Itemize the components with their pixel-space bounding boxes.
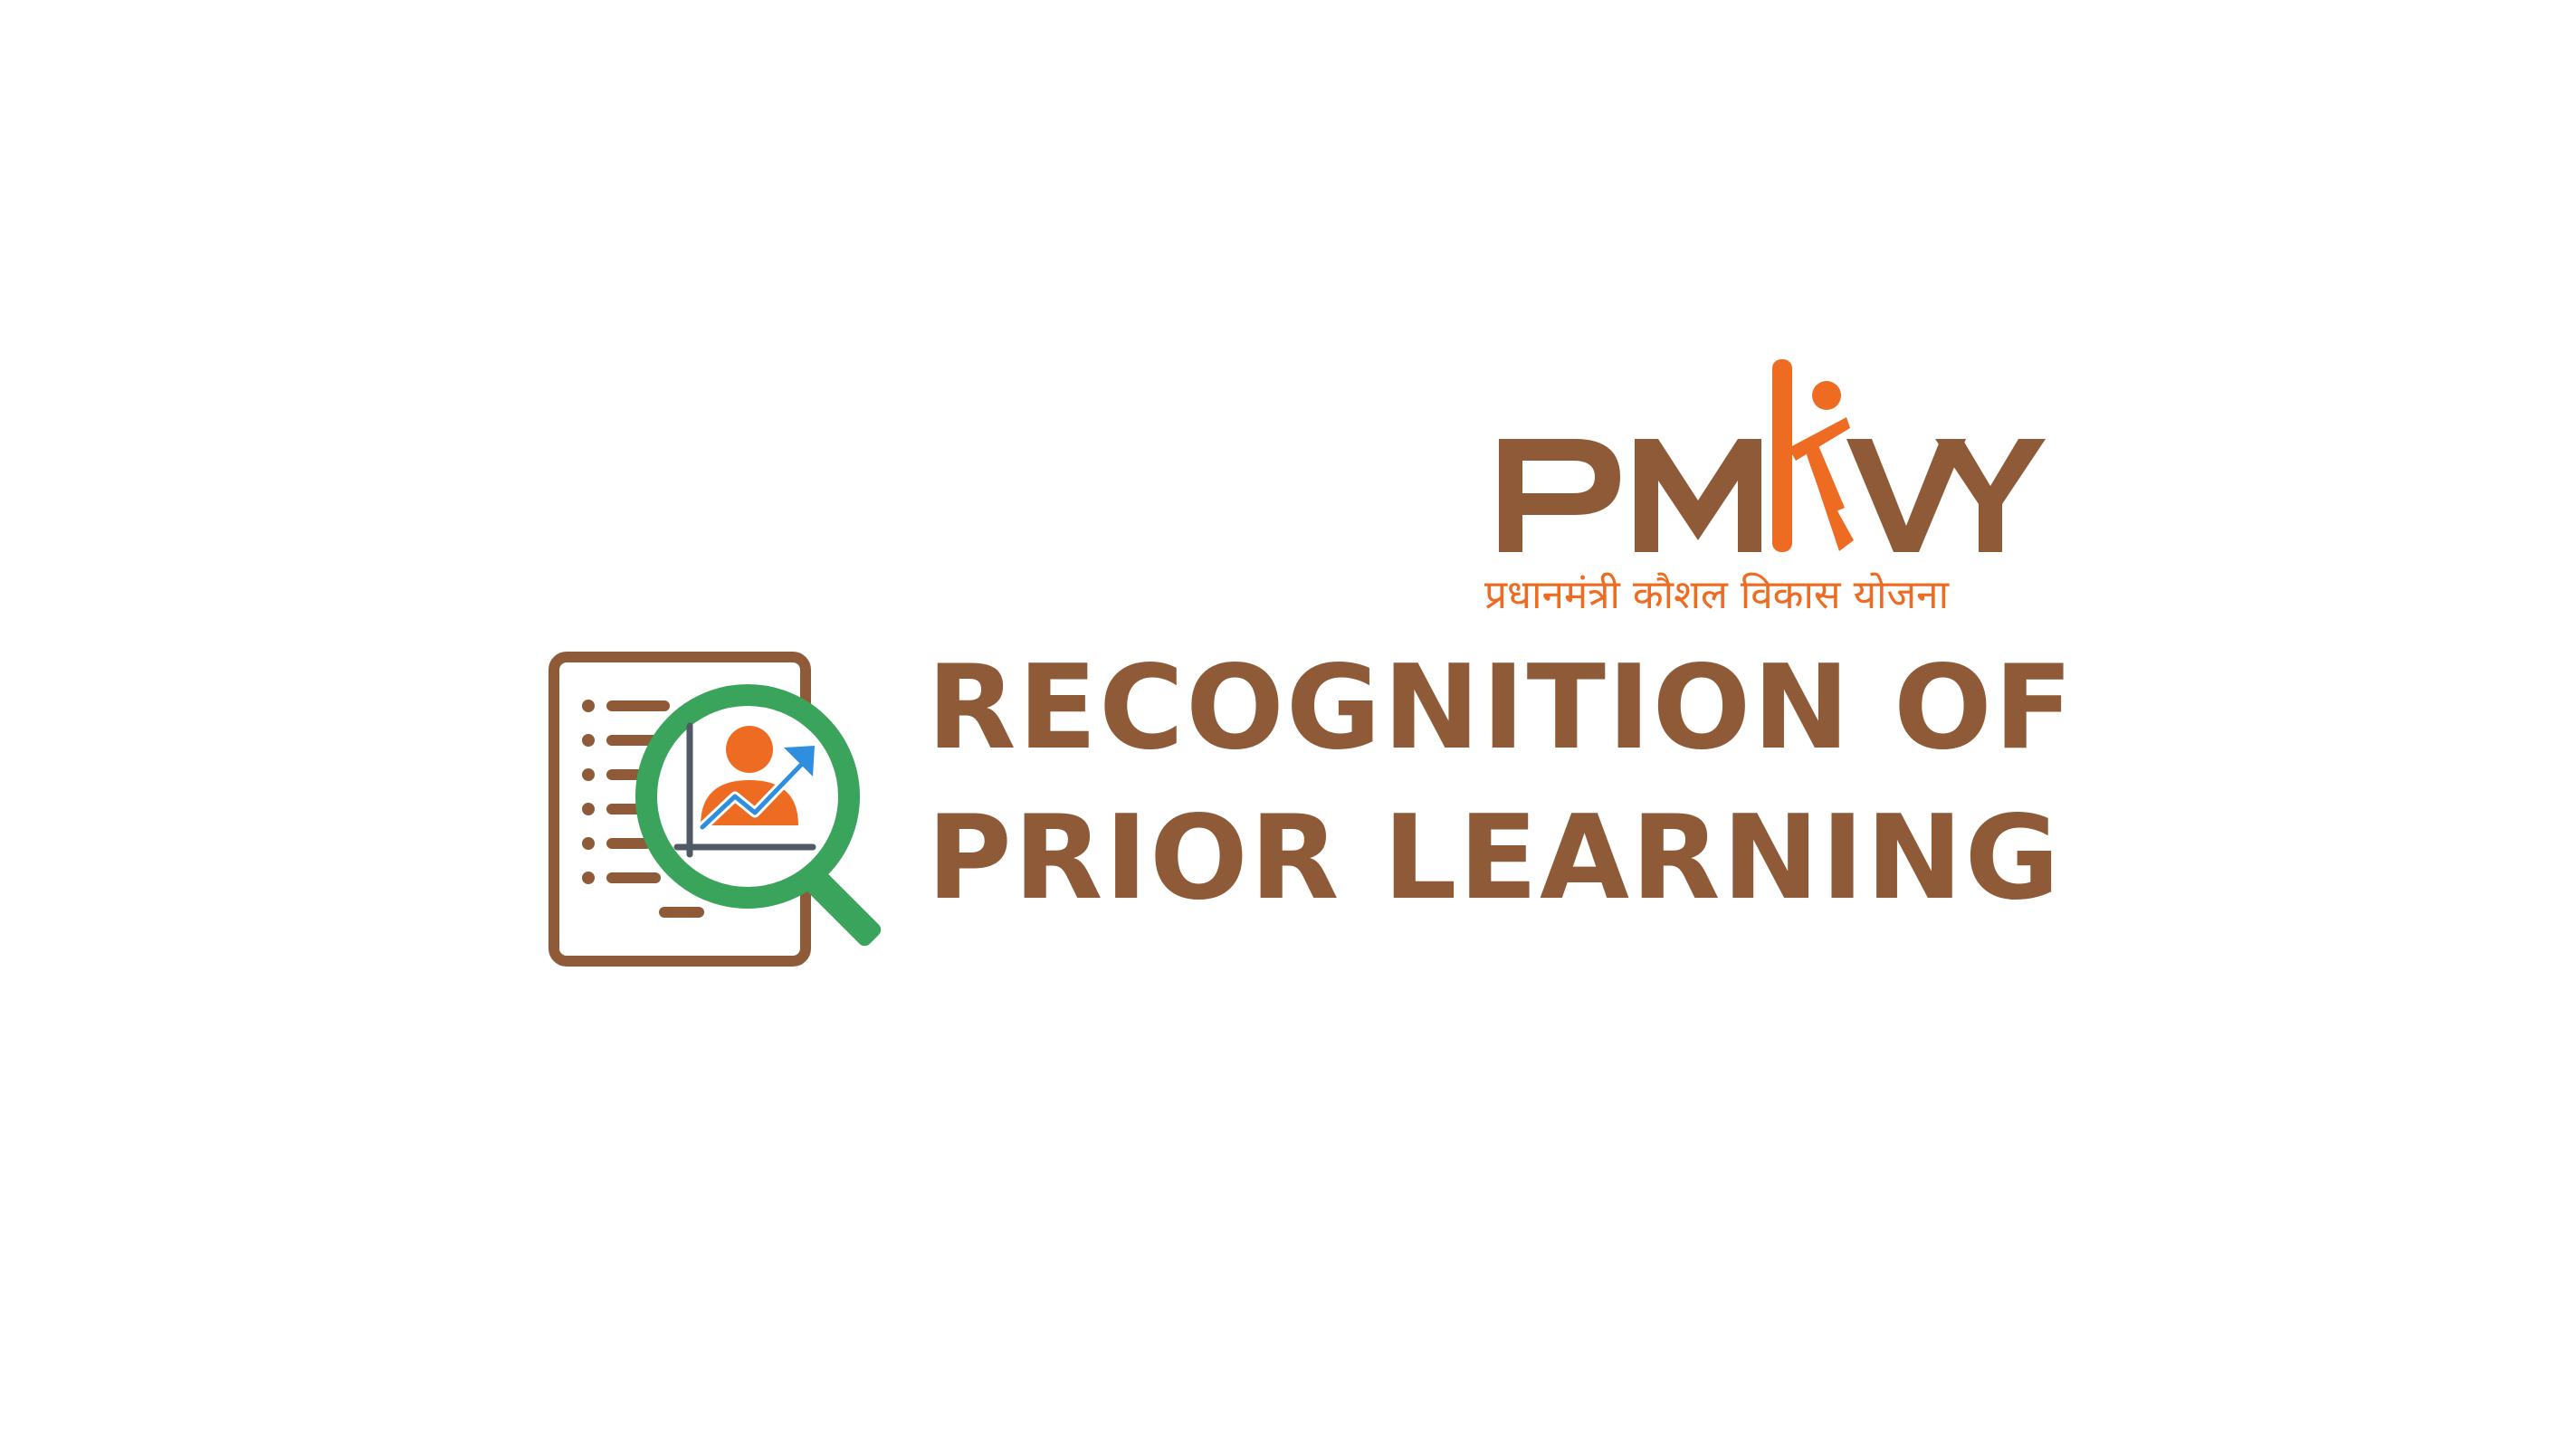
logo-letter-p [1499,439,1620,552]
pmkvy-wordmark [1499,359,2046,552]
logo-tagline: प्रधानमंत्री कौशल विकास योजना [1484,572,1949,618]
logo-letter-m [1635,439,1761,552]
title-line-2: PRIOR LEARNING [927,791,2062,926]
pmkvy-logo: प्रधानमंत्री कौशल विकास योजना [1484,348,2046,620]
page-title: RECOGNITION OF PRIOR LEARNING [927,634,2104,934]
logo-letter-y [1935,439,2046,552]
title-line-1: RECOGNITION OF [927,641,2075,776]
rpl-icon [541,644,912,970]
